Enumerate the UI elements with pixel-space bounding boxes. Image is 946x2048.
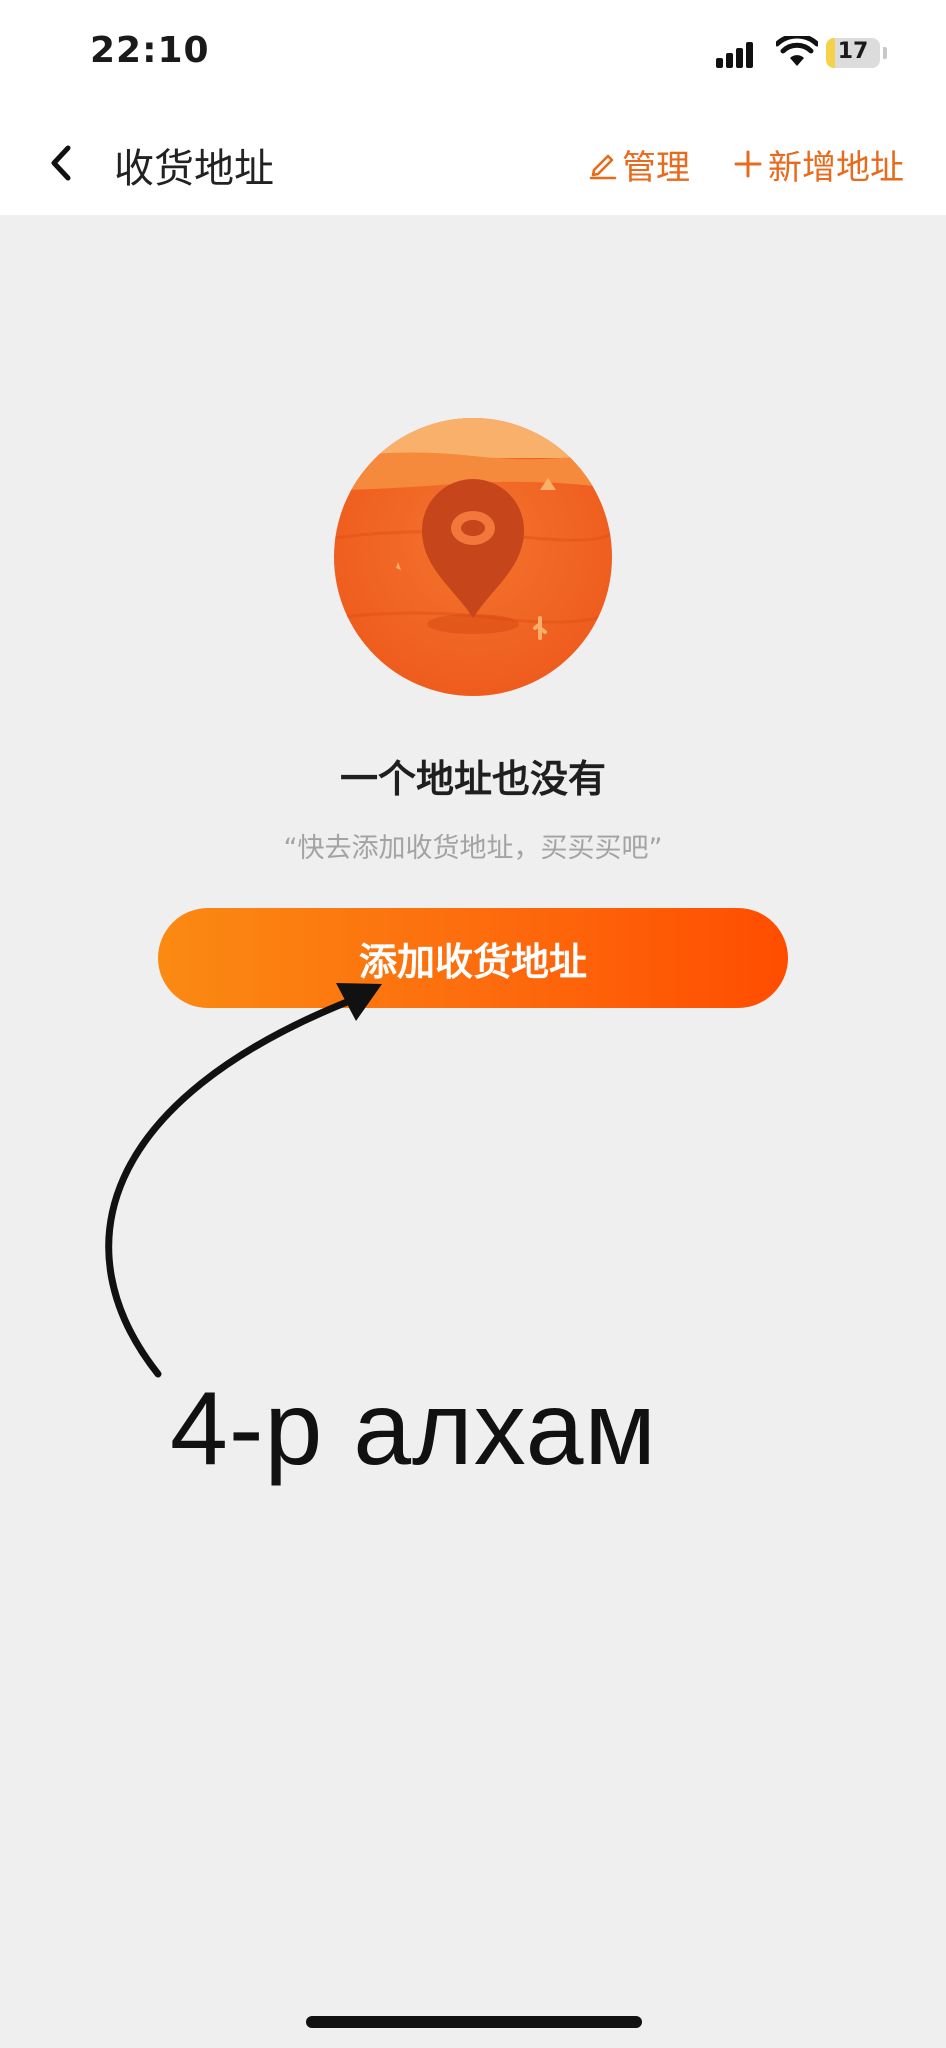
back-button[interactable] (38, 138, 88, 188)
battery-tip (883, 47, 887, 59)
battery-icon: 17 (826, 38, 880, 68)
status-bar: 22:10 17 (0, 0, 946, 108)
pencil-icon (589, 154, 617, 180)
status-time: 22:10 (90, 30, 210, 71)
manage-label: 管理 (622, 147, 690, 188)
signal-icon (716, 42, 753, 68)
manage-button[interactable]: 管理 (588, 142, 690, 188)
annotation-arrow (105, 983, 382, 1378)
home-indicator (306, 2016, 642, 2028)
plus-icon (734, 150, 762, 178)
add-shipping-address-button[interactable]: 添加收货地址 (158, 908, 788, 1008)
chevron-left-icon (51, 145, 71, 181)
page-title: 收货地址 (114, 146, 274, 192)
nav-bar: 收货地址 管理 新增地址 (0, 108, 946, 215)
add-address-label: 新增地址 (768, 147, 904, 188)
annotation-text: 4-р алхам (170, 1371, 657, 1487)
wifi-icon (776, 36, 818, 66)
empty-state-title: 一个地址也没有 (339, 757, 606, 801)
battery-level: 17 (837, 39, 869, 64)
empty-state-subtitle: “快去添加收货地址，买买买吧” (283, 833, 663, 864)
location-pin-illustration (334, 418, 612, 696)
add-address-button[interactable]: 新增地址 (734, 142, 904, 188)
